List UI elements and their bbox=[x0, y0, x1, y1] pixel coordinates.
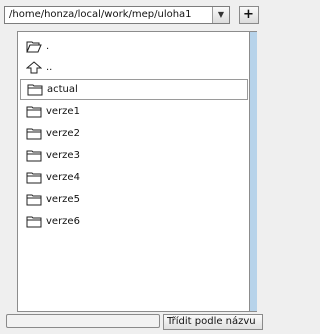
folder-icon bbox=[26, 216, 42, 228]
path-dropdown-button[interactable]: ▼ bbox=[212, 7, 229, 23]
list-item-label: . bbox=[46, 41, 50, 52]
open-folder-icon bbox=[26, 41, 42, 53]
path-combo[interactable]: /home/honza/local/work/mep/uloha1 ▼ bbox=[4, 6, 230, 24]
list-item-label: verze3 bbox=[46, 150, 80, 161]
list-item-label: .. bbox=[46, 62, 53, 73]
path-input[interactable]: /home/honza/local/work/mep/uloha1 bbox=[9, 9, 211, 20]
list-item-folder-verze4[interactable]: verze4 bbox=[20, 167, 248, 188]
list-item-label: actual bbox=[47, 84, 78, 95]
status-field bbox=[6, 314, 160, 328]
list-item-label: verze6 bbox=[46, 216, 80, 227]
list-item-folder-verze1[interactable]: verze1 bbox=[20, 101, 248, 122]
folder-icon bbox=[27, 84, 43, 96]
list-item-folder-verze6[interactable]: verze6 bbox=[20, 211, 248, 232]
folder-icon bbox=[26, 128, 42, 140]
list-item-label: verze4 bbox=[46, 172, 80, 183]
chevron-down-icon: ▼ bbox=[217, 10, 225, 19]
add-button[interactable]: + bbox=[239, 6, 259, 24]
list-item-parent-dir[interactable]: .. bbox=[20, 57, 248, 78]
folder-icon bbox=[26, 172, 42, 184]
folder-icon bbox=[26, 106, 42, 118]
up-arrow-icon bbox=[26, 61, 42, 74]
folder-icon bbox=[26, 150, 42, 162]
list-item-folder-verze3[interactable]: verze3 bbox=[20, 145, 248, 166]
list-item-label: verze5 bbox=[46, 194, 80, 205]
list-item-current-dir[interactable]: . bbox=[20, 36, 248, 57]
sort-by-name-button[interactable]: Třídit podle názvu bbox=[163, 314, 263, 330]
list-item-label: verze1 bbox=[46, 106, 80, 117]
file-list[interactable]: . .. actual verze1 verze2 verze3 verze4 … bbox=[17, 31, 250, 312]
side-scrollbar[interactable] bbox=[250, 31, 257, 312]
folder-icon bbox=[26, 194, 42, 206]
list-item-folder-verze2[interactable]: verze2 bbox=[20, 123, 248, 144]
list-item-folder-actual[interactable]: actual bbox=[20, 79, 248, 100]
list-item-label: verze2 bbox=[46, 128, 80, 139]
list-item-folder-verze5[interactable]: verze5 bbox=[20, 189, 248, 210]
